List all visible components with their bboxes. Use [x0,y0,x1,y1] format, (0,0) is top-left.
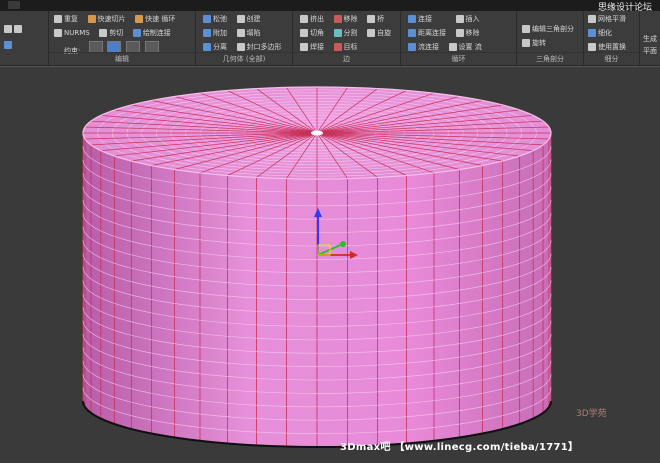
meshsmooth-button[interactable]: 网格平滑 [587,13,627,25]
tessellate-button[interactable]: 细化 [587,27,613,39]
cap-poly-icon [236,43,245,51]
paint-connect-icon [132,29,141,37]
repeat-icon [54,15,62,23]
ribbon-group-triangulation: 编辑三角剖分 旋转 三角剖分 [517,11,584,65]
remove-button[interactable]: 移除 [333,13,359,25]
stack-icon[interactable] [4,41,12,49]
ribbon: 重复 快速切片 快速 循环 NURMS 剪切 绘制连接 约束: 编辑 松弛 创建… [0,11,660,66]
ribbon-group-loop: 连接 插入 距离连接 移除 流连接 设置 流 循环 [401,11,517,65]
relax-icon [203,15,211,23]
collapse-button[interactable]: 塌陷 [236,27,262,39]
create-button[interactable]: 创建 [236,13,262,25]
nurms-icon [54,29,62,37]
nurms-button[interactable]: NURMS [53,27,91,39]
select-icon[interactable] [4,25,12,33]
ribbon-left-stub [0,11,49,65]
loop-remove-button[interactable]: 移除 [455,27,481,39]
collapse-icon [236,29,245,37]
bridge-button[interactable]: 桥 [366,13,385,25]
edit-triangulation-button[interactable]: 编辑三角剖分 [521,23,575,35]
slice-icon [87,15,96,23]
viewport-canvas[interactable] [0,67,660,463]
loop-icon [135,15,144,23]
loop-remove-icon [455,29,464,37]
group-label-triangulation: 三角剖分 [517,52,583,64]
edit-triangulation-icon [522,25,530,33]
split-icon [333,29,342,37]
ribbon-group-subdivision: 网格平滑 细化 使用置换 细分 [584,11,640,65]
remove-icon [333,15,342,23]
group-label-geometry: 几何体 (全部) [196,52,292,64]
chamfer-button[interactable]: 切角 [299,27,325,39]
extrude-icon [300,15,308,23]
tessellate-icon [588,29,596,37]
cut-icon [99,29,108,37]
cut-button[interactable]: 剪切 [98,27,124,39]
connect-button[interactable]: 连接 [407,13,433,25]
chamfer-icon [300,29,308,37]
gizmo-y-handle [340,241,346,247]
insert-button[interactable]: 插入 [455,13,481,25]
planar-button[interactable]: 平面 [642,45,658,57]
displacement-icon [588,43,596,51]
group-label-edge: 边 [293,52,400,64]
paint-connect-button[interactable]: 绘制连接 [132,27,172,39]
cap-center-vertex [311,130,323,136]
cylinder-mesh[interactable] [82,86,552,448]
spin-icon [367,29,376,37]
split-button[interactable]: 分割 [333,27,359,39]
group-label-subdivision: 细分 [584,52,639,64]
extrude-button[interactable]: 挤出 [299,13,325,25]
list-icon[interactable] [14,25,22,33]
detach-icon [203,43,211,51]
quick-loop-button[interactable]: 快速 循环 [134,13,176,25]
create-icon [236,15,245,23]
weld-icon [300,43,308,51]
turn-icon [522,39,530,47]
spin-button[interactable]: 自旋 [366,27,392,39]
ribbon-group-edit: 重复 快速切片 快速 循环 NURMS 剪切 绘制连接 约束: 编辑 [49,11,196,65]
title-bar: 思缘设计论坛 [0,0,660,13]
quick-slice-button[interactable]: 快速切片 [87,13,127,25]
generate-button[interactable]: 生成 [642,33,658,45]
meshsmooth-icon [588,15,596,23]
set-flow-icon [448,43,457,51]
distance-connect-button[interactable]: 距离连接 [407,27,447,39]
app-menu-button[interactable] [8,1,20,9]
viewport-perspective[interactable]: 3D学苑 [0,66,660,463]
group-label-edit: 编辑 [49,52,195,64]
distance-connect-icon [408,29,416,37]
attach-icon [203,29,211,37]
ribbon-group-edge: 挤出 移除 桥 切角 分割 自旋 焊接 目标 边 [293,11,401,65]
repeat-button[interactable]: 重复 [53,13,79,25]
relax-button[interactable]: 松弛 [202,13,228,25]
footer-caption: 3Dmax吧 【www.linecg.com/tieba/1771】 [340,442,579,453]
logo-watermark: 3D学苑 [576,409,607,419]
ribbon-group-geometry: 松弛 创建 附加 塌陷 分离 封口多边形 几何体 (全部) [196,11,293,65]
group-label-loop: 循环 [401,52,516,64]
turn-button[interactable]: 旋转 [521,37,547,49]
ribbon-group-extra: 生成 平面 [640,11,660,65]
bridge-icon [367,15,376,23]
flow-connect-icon [408,43,416,51]
connect-icon [408,15,416,23]
target-icon [333,43,342,51]
insert-icon [455,15,464,23]
attach-button[interactable]: 附加 [202,27,228,39]
